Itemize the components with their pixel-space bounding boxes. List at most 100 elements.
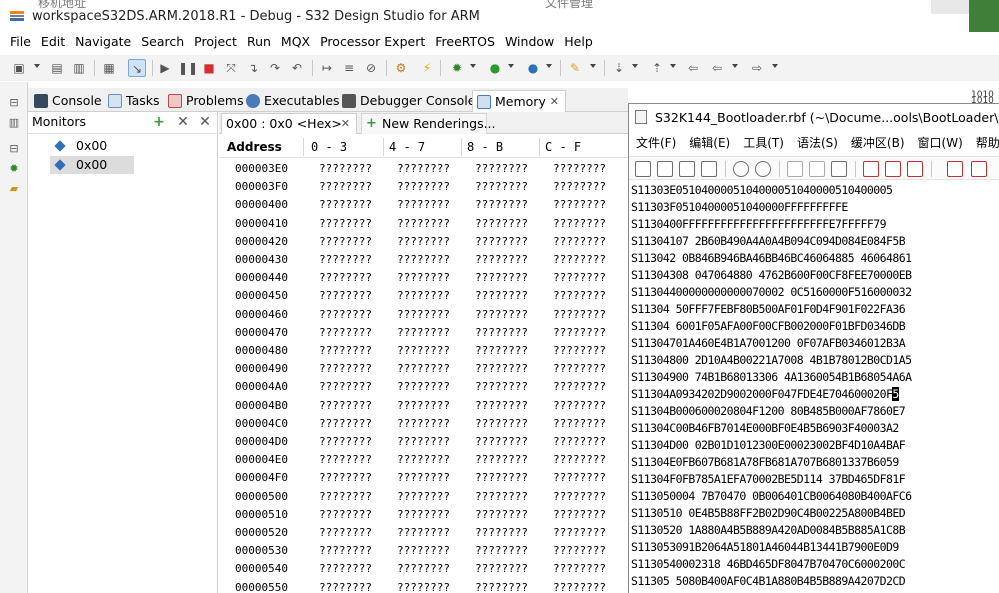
previous-annotation-icon[interactable]: ⇡ [648,59,666,77]
tab-problems[interactable]: Problems [164,90,244,112]
memory-cell[interactable]: ???????? [397,506,450,524]
memory-cell[interactable]: ???????? [553,269,606,287]
memory-cell[interactable]: ???????? [319,579,372,593]
memory-cell[interactable]: ???????? [475,160,528,178]
save-all-icon[interactable]: ▥ [70,59,88,77]
tab-hex-rendering[interactable]: 0x00 : 0x0 <Hex> ✕ [221,113,357,134]
replace-icon[interactable] [863,161,879,177]
memory-cell[interactable]: ???????? [553,378,606,396]
suspend-icon[interactable]: ❚❚ [178,59,198,77]
memory-cell[interactable]: ???????? [475,524,528,542]
memory-cell[interactable]: ???????? [553,233,606,251]
menu-freertos[interactable]: FreeRTOS [430,32,500,52]
new-icon[interactable]: ▣ [10,59,28,77]
memory-cell[interactable]: ???????? [397,160,450,178]
redo-icon[interactable] [755,161,771,177]
step-return-icon[interactable]: ↶ [288,59,306,77]
menu-search[interactable]: Search [136,32,189,52]
menu-navigate[interactable]: Navigate [70,32,136,52]
memory-cell[interactable]: ???????? [319,287,372,305]
menu-window[interactable]: Window [500,32,559,52]
memory-cell[interactable]: ???????? [553,324,606,342]
close-icon[interactable]: ✕ [341,114,350,134]
table-row[interactable]: 00000520???????????????????????????????? [219,524,631,542]
restore-icon[interactable]: ⊟ [7,142,21,156]
memory-cell[interactable]: ???????? [397,269,450,287]
load-session-icon[interactable] [947,161,963,177]
memory-cell[interactable]: ???????? [319,469,372,487]
tab-executables[interactable]: Executables [242,90,340,112]
memory-cell[interactable]: ???????? [553,287,606,305]
forward-dropdown-icon[interactable] [772,64,778,68]
open-icon[interactable] [635,161,651,177]
editor-menu-buffers[interactable]: 缓冲区(B) [844,132,911,154]
memory-cell[interactable]: ???????? [319,233,372,251]
print-icon[interactable] [701,161,717,177]
debug-view-icon[interactable]: ✹ [7,162,21,176]
table-row[interactable]: 000004A0???????????????????????????????? [219,378,631,396]
tab-debugger-console[interactable]: Debugger Console [338,90,475,112]
memory-cell[interactable]: ???????? [319,542,372,560]
next-annotation-icon[interactable]: ⇣ [610,59,628,77]
memory-cell[interactable]: ???????? [553,560,606,578]
memory-cell[interactable]: ???????? [475,542,528,560]
memory-cell[interactable]: ???????? [319,269,372,287]
memory-cell[interactable]: ???????? [319,306,372,324]
memory-cell[interactable]: ???????? [397,524,450,542]
editor-menu-window[interactable]: 窗口(W) [911,132,969,154]
memory-cell[interactable]: ???????? [397,196,450,214]
column-header[interactable]: Address [227,140,282,154]
monitor-item[interactable]: 0x00 [50,156,134,174]
memory-cell[interactable]: ???????? [397,178,450,196]
memory-cell[interactable]: ???????? [397,469,450,487]
tab-memory[interactable]: Memory ✕ [472,90,566,112]
external-tools-icon[interactable]: ● [524,59,542,77]
table-row[interactable]: 00000400???????????????????????????????? [219,196,631,214]
memory-cell[interactable]: ???????? [475,251,528,269]
cut-icon[interactable] [787,161,803,177]
memory-cell[interactable]: ???????? [397,488,450,506]
memory-cell[interactable]: ???????? [397,233,450,251]
folder-icon[interactable]: ▰ [7,182,21,196]
memory-cell[interactable]: ???????? [319,360,372,378]
memory-cell[interactable]: ???????? [475,324,528,342]
next-annotation-dropdown-icon[interactable] [632,64,638,68]
memory-cell[interactable]: ???????? [553,451,606,469]
memory-cell[interactable]: ???????? [397,306,450,324]
memory-cell[interactable]: ???????? [397,324,450,342]
memory-cell[interactable]: ???????? [397,378,450,396]
table-row[interactable]: 000004D0???????????????????????????????? [219,433,631,451]
close-icon[interactable]: ✕ [550,91,559,112]
table-row[interactable]: 000003E0???????????????????????????????? [219,160,631,178]
table-row[interactable]: 00000500???????????????????????????????? [219,488,631,506]
table-row[interactable]: 000004B0???????????????????????????????? [219,397,631,415]
back-icon[interactable]: ⇦ [708,59,726,77]
editor-menu-syntax[interactable]: 语法(S) [790,132,844,154]
binary-icon[interactable]: ▦ [100,59,118,77]
menu-mqx[interactable]: MQX [276,32,315,52]
memory-cell[interactable]: ???????? [319,451,372,469]
table-row[interactable]: 00000530???????????????????????????????? [219,542,631,560]
memory-cell[interactable]: ???????? [475,433,528,451]
memory-cell[interactable]: ???????? [475,215,528,233]
memory-cell[interactable]: ???????? [475,469,528,487]
memory-cell[interactable]: ???????? [319,560,372,578]
memory-cell[interactable]: ???????? [319,251,372,269]
last-edit-icon[interactable]: ⇦ [684,59,702,77]
use-step-filters-icon[interactable]: ↦ [318,59,336,77]
memory-cell[interactable]: ???????? [475,287,528,305]
table-row[interactable]: 000004F0???????????????????????????????? [219,469,631,487]
processor-icon[interactable]: ⚙ [392,59,410,77]
editor-menu-edit[interactable]: 编辑(E) [682,132,736,154]
save-icon[interactable]: ▤ [48,59,66,77]
table-row[interactable]: 00000420???????????????????????????????? [219,233,631,251]
memory-cell[interactable]: ???????? [553,579,606,593]
undo-icon[interactable] [733,161,749,177]
menu-edit[interactable]: Edit [36,32,70,52]
collapse-icon[interactable]: ≡ [340,59,358,77]
column-header[interactable]: 4 - 7 [389,140,425,154]
column-header[interactable]: C - F [545,140,581,154]
column-header[interactable]: 8 - B [467,140,503,154]
memory-cell[interactable]: ???????? [319,160,372,178]
memory-cell[interactable]: ???????? [553,160,606,178]
